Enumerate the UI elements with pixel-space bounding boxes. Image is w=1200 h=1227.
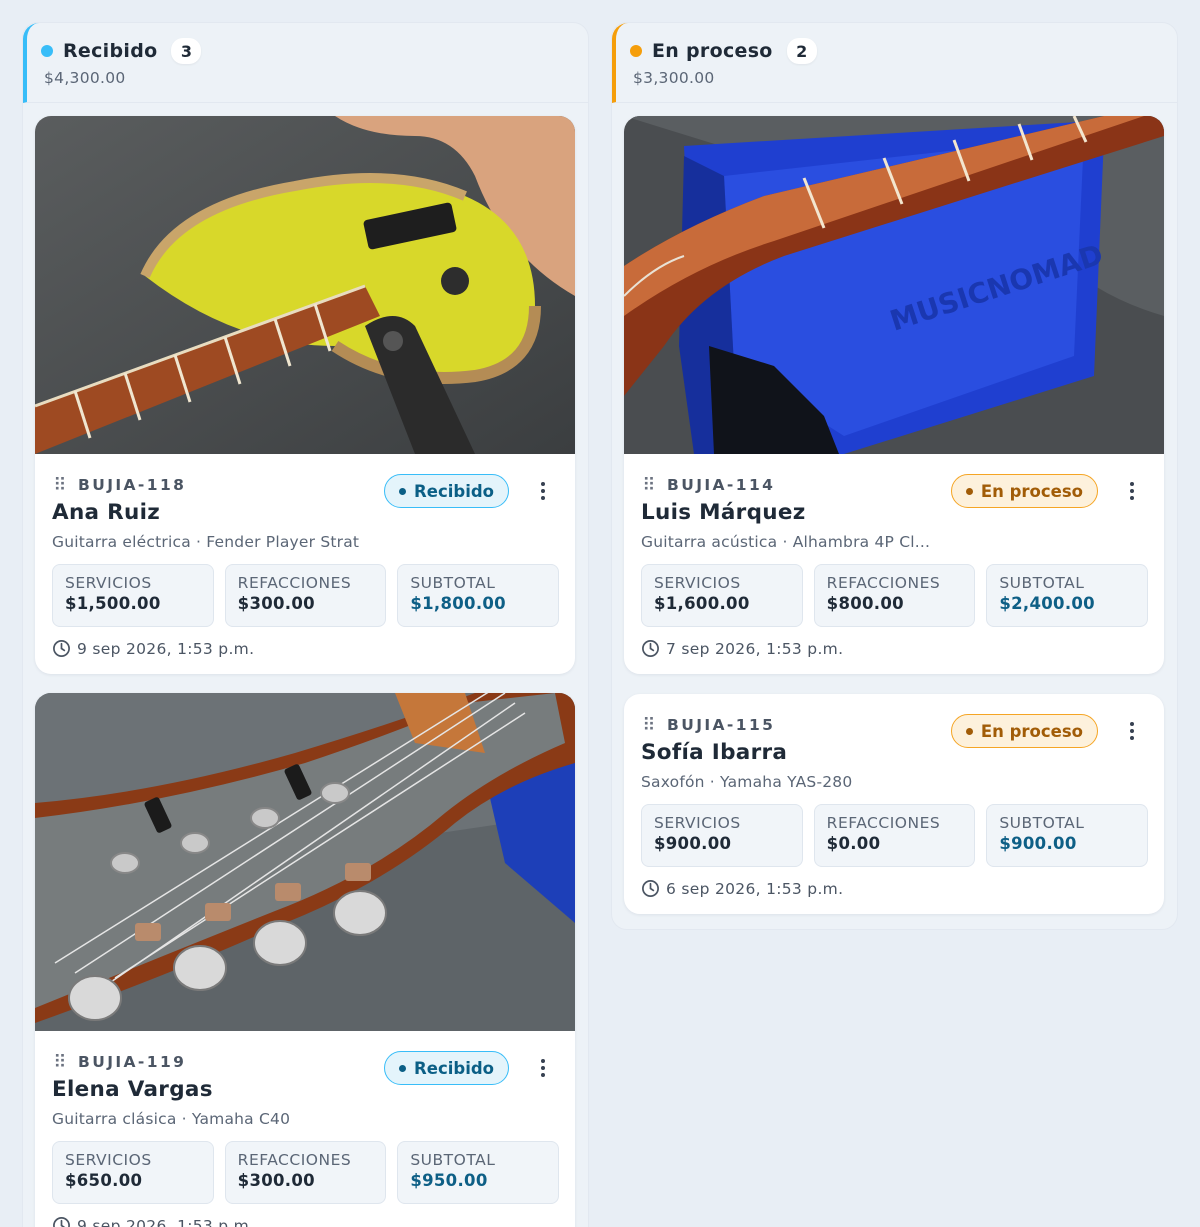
status-dot bbox=[630, 45, 642, 57]
stat-value: $2,400.00 bbox=[999, 594, 1095, 613]
order-code: BUJIA-118 bbox=[78, 476, 187, 494]
status-label: Recibido bbox=[414, 1058, 494, 1078]
clock-icon bbox=[642, 640, 659, 657]
cost-summary: SERVICIOS $900.00 REFACCIONES $0.00 SUBT… bbox=[641, 804, 1149, 867]
status-label: Recibido bbox=[414, 481, 494, 501]
clock-icon bbox=[53, 640, 70, 657]
drag-handle-icon[interactable]: ⠿ bbox=[641, 715, 655, 736]
stat-label: SUBTOTAL bbox=[410, 1151, 496, 1169]
more-options-icon[interactable] bbox=[537, 480, 549, 502]
status-dot bbox=[41, 45, 53, 57]
instrument-description: Guitarra eléctrica · Fender Player Strat bbox=[52, 533, 360, 551]
stat-label: REFACCIONES bbox=[237, 1151, 352, 1169]
stat-value: $650.00 bbox=[65, 1171, 143, 1190]
status-dot bbox=[965, 487, 973, 495]
column-total: $4,300.00 bbox=[44, 69, 126, 87]
instrument-description: Guitarra clásica · Yamaha C40 bbox=[52, 1110, 291, 1128]
clock-icon bbox=[642, 880, 659, 897]
stat-value: $1,800.00 bbox=[410, 594, 506, 613]
clock-icon bbox=[53, 1217, 70, 1227]
cost-summary: SERVICIOS $1,500.00 REFACCIONES $300.00 … bbox=[52, 564, 560, 627]
stat-refacciones: REFACCIONES $300.00 bbox=[224, 564, 387, 627]
stat-servicios: SERVICIOS $650.00 bbox=[52, 1141, 214, 1204]
column-count-badge: 2 bbox=[786, 38, 817, 64]
status-label: En proceso bbox=[980, 481, 1083, 501]
status-label: En proceso bbox=[980, 721, 1083, 741]
stat-value: $300.00 bbox=[237, 1171, 315, 1190]
status-badge[interactable]: Recibido bbox=[384, 474, 509, 508]
drag-handle-icon[interactable]: ⠿ bbox=[641, 475, 655, 496]
drag-handle-icon[interactable]: ⠿ bbox=[52, 1052, 66, 1073]
more-options-icon[interactable] bbox=[537, 1057, 549, 1079]
status-dot bbox=[399, 487, 407, 495]
stat-value: $800.00 bbox=[826, 594, 904, 613]
column-count-badge: 3 bbox=[171, 38, 202, 64]
cost-summary: SERVICIOS $650.00 REFACCIONES $300.00 SU… bbox=[52, 1141, 560, 1204]
status-badge[interactable]: En proceso bbox=[950, 474, 1098, 508]
column-title: En proceso bbox=[652, 40, 773, 62]
stat-label: SERVICIOS bbox=[654, 814, 741, 832]
instrument-description: Saxofón · Yamaha YAS-280 bbox=[641, 773, 853, 791]
status-dot bbox=[399, 1064, 407, 1072]
order-card[interactable]: ⠿ BUJIA-119 Elena Vargas Guitarra clásic… bbox=[35, 693, 575, 1227]
stat-label: SUBTOTAL bbox=[410, 574, 496, 592]
order-code: BUJIA-114 bbox=[667, 476, 776, 494]
column-total: $3,300.00 bbox=[633, 69, 715, 87]
stat-label: SERVICIOS bbox=[65, 1151, 152, 1169]
order-card[interactable]: ⠿ BUJIA-115 Sofía Ibarra Saxofón · Yamah… bbox=[624, 694, 1164, 914]
stat-refacciones: REFACCIONES $0.00 bbox=[813, 804, 976, 867]
status-badge[interactable]: Recibido bbox=[384, 1051, 509, 1085]
stat-value: $300.00 bbox=[237, 594, 315, 613]
order-code: BUJIA-119 bbox=[78, 1053, 187, 1071]
stat-label: SERVICIOS bbox=[654, 574, 741, 592]
stat-value: $900.00 bbox=[999, 834, 1077, 853]
instrument-photo: MUSICNOMAD bbox=[624, 116, 1164, 454]
status-badge[interactable]: En proceso bbox=[950, 714, 1098, 748]
column-title: Recibido bbox=[63, 40, 158, 62]
stat-label: SERVICIOS bbox=[65, 574, 152, 592]
order-card[interactable]: MUSICNOMAD ⠿ BUJIA-114 Luis Márquez Guit… bbox=[624, 116, 1164, 674]
status-dot bbox=[965, 727, 973, 735]
order-card[interactable]: ⠿ BUJIA-118 Ana Ruiz Guitarra eléctrica … bbox=[35, 116, 575, 674]
stat-servicios: SERVICIOS $900.00 bbox=[641, 804, 803, 867]
column-header: En proceso 2 $3,300.00 bbox=[612, 23, 1177, 103]
stat-label: REFACCIONES bbox=[826, 574, 941, 592]
stat-subtotal: SUBTOTAL $950.00 bbox=[397, 1141, 560, 1204]
stat-label: SUBTOTAL bbox=[999, 814, 1085, 832]
stat-label: REFACCIONES bbox=[237, 574, 352, 592]
order-code: BUJIA-115 bbox=[667, 716, 776, 734]
instrument-description: Guitarra acústica · Alhambra 4P Cl... bbox=[641, 533, 931, 551]
more-options-icon[interactable] bbox=[1126, 480, 1138, 502]
stat-label: REFACCIONES bbox=[826, 814, 941, 832]
order-date: 7 sep 2026, 1:53 p.m. bbox=[666, 639, 844, 658]
cost-summary: SERVICIOS $1,600.00 REFACCIONES $800.00 … bbox=[641, 564, 1149, 627]
stat-value: $950.00 bbox=[410, 1171, 488, 1190]
stat-refacciones: REFACCIONES $300.00 bbox=[224, 1141, 387, 1204]
order-date: 6 sep 2026, 1:53 p.m. bbox=[666, 879, 844, 898]
stat-servicios: SERVICIOS $1,600.00 bbox=[641, 564, 803, 627]
stat-value: $0.00 bbox=[826, 834, 881, 853]
instrument-photo bbox=[35, 116, 575, 454]
order-date: 9 sep 2026, 1:53 p.m. bbox=[77, 1216, 255, 1227]
stat-label: SUBTOTAL bbox=[999, 574, 1085, 592]
stat-subtotal: SUBTOTAL $2,400.00 bbox=[986, 564, 1149, 627]
stat-value: $1,500.00 bbox=[65, 594, 161, 613]
stat-refacciones: REFACCIONES $800.00 bbox=[813, 564, 976, 627]
column-header: Recibido 3 $4,300.00 bbox=[23, 23, 588, 103]
stat-subtotal: SUBTOTAL $900.00 bbox=[986, 804, 1149, 867]
stat-subtotal: SUBTOTAL $1,800.00 bbox=[397, 564, 560, 627]
order-date: 9 sep 2026, 1:53 p.m. bbox=[77, 639, 255, 658]
drag-handle-icon[interactable]: ⠿ bbox=[52, 475, 66, 496]
stat-servicios: SERVICIOS $1,500.00 bbox=[52, 564, 214, 627]
stat-value: $900.00 bbox=[654, 834, 732, 853]
stat-value: $1,600.00 bbox=[654, 594, 750, 613]
instrument-photo bbox=[35, 693, 575, 1031]
more-options-icon[interactable] bbox=[1126, 720, 1138, 742]
